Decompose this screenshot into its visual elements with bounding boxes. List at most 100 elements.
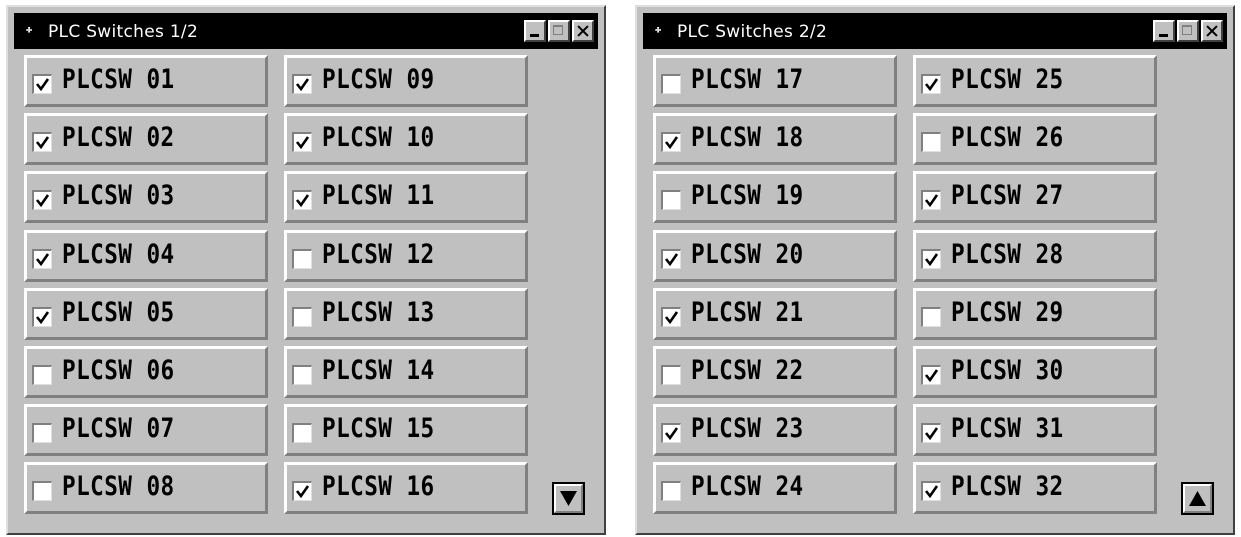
check-mark-icon <box>924 485 939 499</box>
plc-switch-tile[interactable]: PLCSW 26 <box>913 113 1157 165</box>
plc-switch-tile[interactable]: PLCSW 23 <box>653 404 897 456</box>
switch-checkbox[interactable] <box>661 481 681 501</box>
check-mark-icon <box>35 136 50 150</box>
plc-switch-tile[interactable]: PLCSW 03 <box>24 171 268 223</box>
switch-checkbox[interactable] <box>661 132 681 152</box>
switch-label: PLCSW 30 <box>951 355 1064 386</box>
switch-checkbox[interactable] <box>921 365 941 385</box>
switch-label: PLCSW 22 <box>691 355 804 386</box>
switch-label: PLCSW 08 <box>62 471 175 502</box>
plc-switch-tile[interactable]: PLCSW 04 <box>24 230 268 282</box>
plc-switch-tile[interactable]: PLCSW 12 <box>284 230 528 282</box>
switch-checkbox[interactable] <box>661 365 681 385</box>
switch-checkbox[interactable] <box>921 423 941 443</box>
plc-switch-tile[interactable]: PLCSW 30 <box>913 346 1157 398</box>
switch-checkbox[interactable] <box>292 365 312 385</box>
switch-label: PLCSW 16 <box>322 471 435 502</box>
plc-switch-tile[interactable]: PLCSW 14 <box>284 346 528 398</box>
switch-checkbox[interactable] <box>292 423 312 443</box>
switch-checkbox[interactable] <box>32 190 52 210</box>
page-down-button[interactable] <box>552 482 585 515</box>
check-mark-icon <box>295 485 310 499</box>
page-up-triangle-icon <box>1189 491 1206 506</box>
switch-checkbox[interactable] <box>32 132 52 152</box>
switch-checkbox[interactable] <box>661 249 681 269</box>
plc-switch-tile[interactable]: PLCSW 09 <box>284 55 528 107</box>
page-up-button[interactable] <box>1181 482 1214 515</box>
title-bar[interactable]: ᛭ PLC Switches 2/2 <box>643 13 1227 49</box>
plc-switch-tile[interactable]: PLCSW 08 <box>24 462 268 514</box>
plc-switch-tile[interactable]: PLCSW 15 <box>284 404 528 456</box>
switch-checkbox[interactable] <box>32 481 52 501</box>
check-mark-icon <box>295 136 310 150</box>
switch-label: PLCSW 19 <box>691 180 804 211</box>
plc-switch-tile[interactable]: PLCSW 18 <box>653 113 897 165</box>
switch-checkbox[interactable] <box>32 365 52 385</box>
check-mark-icon <box>35 253 50 267</box>
plc-switch-tile[interactable]: PLCSW 22 <box>653 346 897 398</box>
plc-switch-tile[interactable]: PLCSW 19 <box>653 171 897 223</box>
check-mark-icon <box>924 369 939 383</box>
plc-switch-tile[interactable]: PLCSW 02 <box>24 113 268 165</box>
plc-switch-tile[interactable]: PLCSW 05 <box>24 288 268 340</box>
switch-label: PLCSW 03 <box>62 180 175 211</box>
switch-checkbox[interactable] <box>661 423 681 443</box>
plc-switch-tile[interactable]: PLCSW 16 <box>284 462 528 514</box>
switch-checkbox[interactable] <box>921 481 941 501</box>
plc-switch-tile[interactable]: PLCSW 11 <box>284 171 528 223</box>
maximize-button[interactable] <box>1177 20 1199 42</box>
check-mark-icon <box>664 136 679 150</box>
check-mark-icon <box>664 253 679 267</box>
plc-switch-tile[interactable]: PLCSW 07 <box>24 404 268 456</box>
switch-checkbox[interactable] <box>32 307 52 327</box>
switch-label: PLCSW 14 <box>322 355 435 386</box>
page-down-triangle-icon <box>560 491 577 506</box>
switch-checkbox[interactable] <box>292 307 312 327</box>
plc-switch-tile[interactable]: PLCSW 28 <box>913 230 1157 282</box>
plc-switch-tile[interactable]: PLCSW 20 <box>653 230 897 282</box>
plc-switch-tile[interactable]: PLCSW 10 <box>284 113 528 165</box>
switch-label: PLCSW 15 <box>322 413 435 444</box>
switch-label: PLCSW 31 <box>951 413 1064 444</box>
switch-checkbox[interactable] <box>661 74 681 94</box>
switch-checkbox[interactable] <box>32 249 52 269</box>
switch-checkbox[interactable] <box>292 249 312 269</box>
switch-label: PLCSW 07 <box>62 413 175 444</box>
maximize-button[interactable] <box>548 20 570 42</box>
switch-label: PLCSW 26 <box>951 122 1064 153</box>
plc-switch-tile[interactable]: PLCSW 31 <box>913 404 1157 456</box>
title-bar[interactable]: ᛭ PLC Switches 1/2 <box>14 13 598 49</box>
plc-switch-tile[interactable]: PLCSW 17 <box>653 55 897 107</box>
switch-checkbox[interactable] <box>292 132 312 152</box>
plc-switches-window-2: ᛭ PLC Switches 2/2 PLCSW 17 PLCSW 18 PLCSW… <box>635 5 1235 535</box>
switch-checkbox[interactable] <box>292 74 312 94</box>
close-button[interactable] <box>1201 20 1223 42</box>
check-mark-icon <box>295 194 310 208</box>
plc-switch-tile[interactable]: PLCSW 25 <box>913 55 1157 107</box>
minimize-button[interactable] <box>1153 20 1175 42</box>
plc-switch-tile[interactable]: PLCSW 27 <box>913 171 1157 223</box>
switch-checkbox[interactable] <box>921 249 941 269</box>
switch-checkbox[interactable] <box>921 74 941 94</box>
close-button[interactable] <box>572 20 594 42</box>
switch-checkbox[interactable] <box>32 423 52 443</box>
plc-switch-tile[interactable]: PLCSW 13 <box>284 288 528 340</box>
switch-checkbox[interactable] <box>921 190 941 210</box>
switch-checkbox[interactable] <box>661 307 681 327</box>
plc-switch-tile[interactable]: PLCSW 01 <box>24 55 268 107</box>
switch-label: PLCSW 18 <box>691 122 804 153</box>
plc-switch-tile[interactable]: PLCSW 06 <box>24 346 268 398</box>
plc-switch-tile[interactable]: PLCSW 24 <box>653 462 897 514</box>
switch-checkbox[interactable] <box>292 481 312 501</box>
plc-switch-tile[interactable]: PLCSW 21 <box>653 288 897 340</box>
switch-label: PLCSW 21 <box>691 297 804 328</box>
switch-checkbox[interactable] <box>32 74 52 94</box>
plc-switch-tile[interactable]: PLCSW 29 <box>913 288 1157 340</box>
switch-checkbox[interactable] <box>921 132 941 152</box>
minimize-button[interactable] <box>524 20 546 42</box>
plc-switch-tile[interactable]: PLCSW 32 <box>913 462 1157 514</box>
switch-checkbox[interactable] <box>661 190 681 210</box>
switch-checkbox[interactable] <box>292 190 312 210</box>
switch-checkbox[interactable] <box>921 307 941 327</box>
lamp-icon: ᛭ <box>653 21 664 41</box>
